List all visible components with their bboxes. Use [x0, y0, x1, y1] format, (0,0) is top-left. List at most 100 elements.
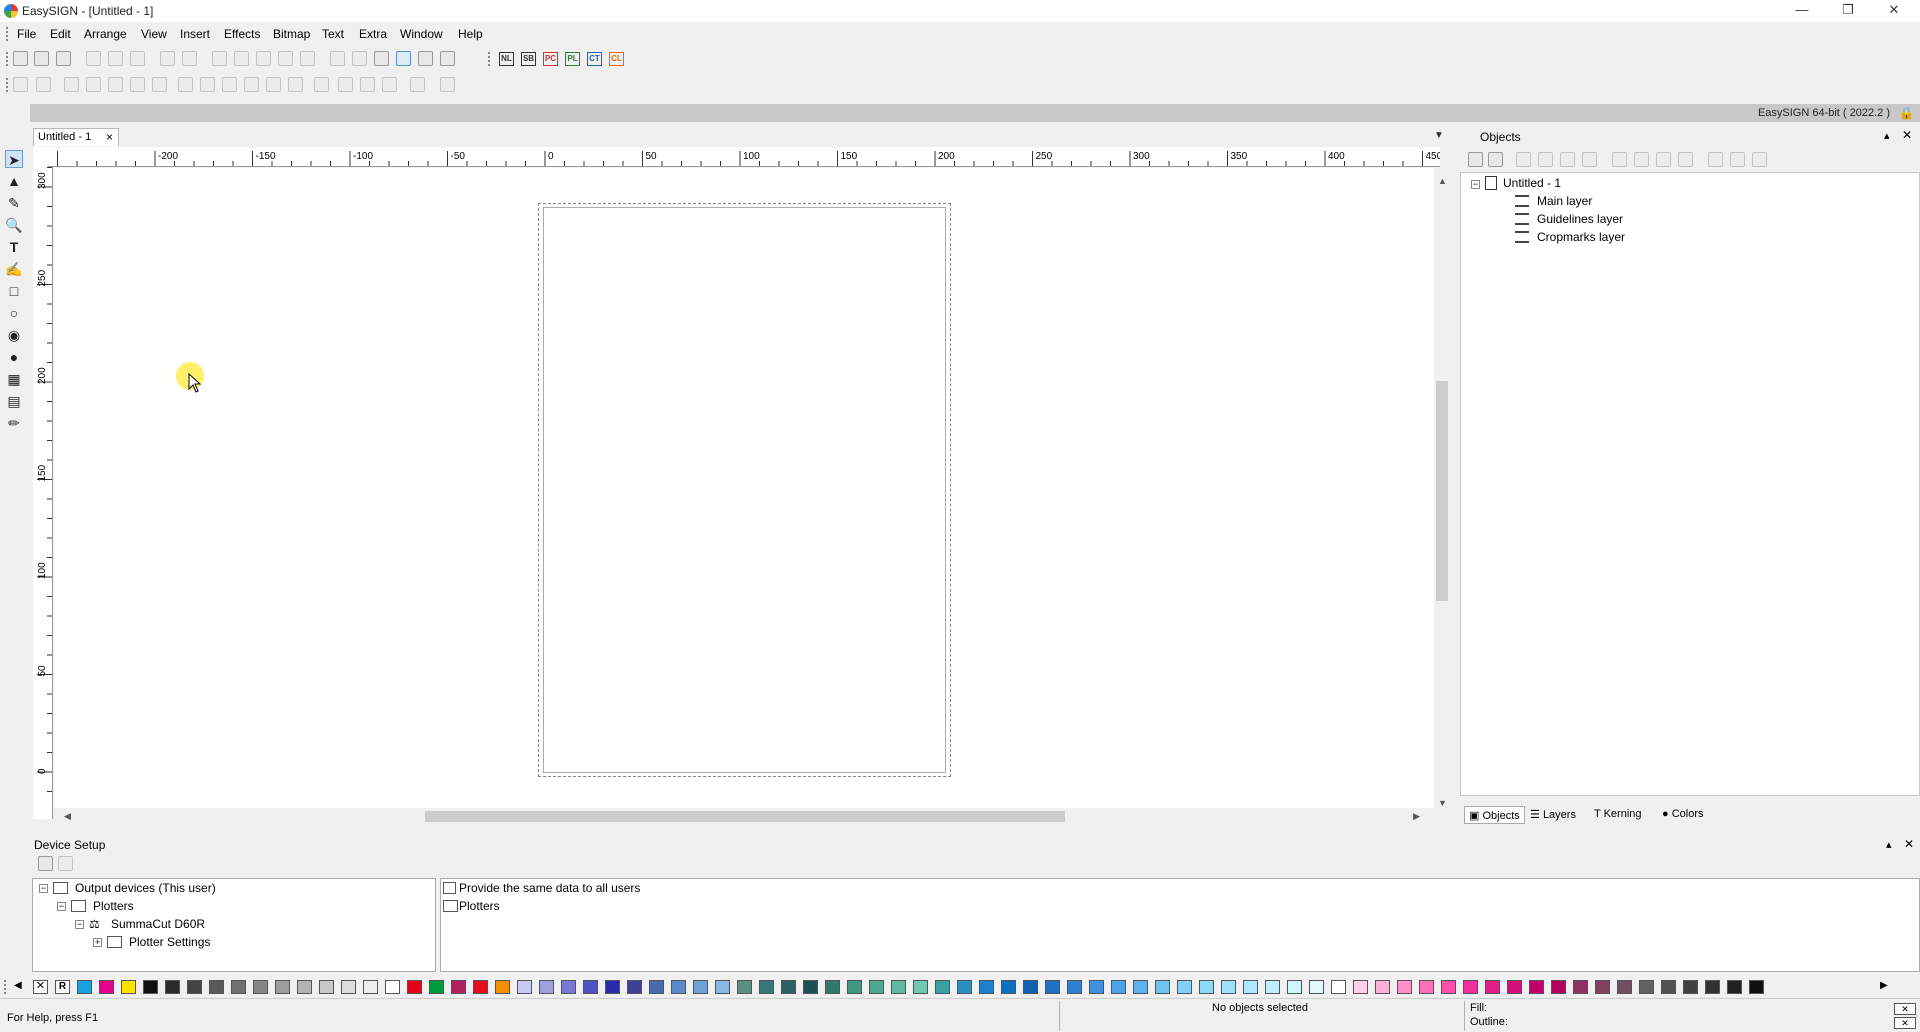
- color-swatch[interactable]: [627, 980, 642, 994]
- view-mode-6-icon[interactable]: [440, 51, 455, 66]
- color-swatch[interactable]: [1111, 980, 1126, 994]
- align-2-icon[interactable]: [36, 77, 51, 92]
- color-swatch[interactable]: [913, 980, 928, 994]
- color-swatch[interactable]: [1661, 980, 1676, 994]
- tree-expand-icon[interactable]: [1468, 152, 1483, 167]
- same-width-icon[interactable]: [338, 77, 353, 92]
- registration-swatch[interactable]: R: [55, 980, 70, 994]
- palette-scroll-left-icon[interactable]: ◀: [14, 980, 22, 991]
- color-swatch[interactable]: [1529, 980, 1544, 994]
- color-swatch[interactable]: [517, 980, 532, 994]
- tree-collapse-icon[interactable]: −: [75, 920, 84, 929]
- view-mode-5-icon[interactable]: [418, 51, 433, 66]
- tree-item-guidelines-layer[interactable]: Guidelines layer: [1537, 212, 1623, 226]
- tree-item-plotters[interactable]: Plotters: [93, 899, 134, 913]
- bitmap-tool-icon[interactable]: ▦: [5, 370, 23, 388]
- horizontal-ruler[interactable]: -200 -150 -100 -50 0 50 100 150 200 250 300 350 400 4…: [48, 147, 1440, 167]
- tree-item-output-devices[interactable]: Output devices (This user): [75, 881, 216, 895]
- color-swatch[interactable]: [319, 980, 334, 994]
- color-swatch[interactable]: [429, 980, 444, 994]
- color-swatch[interactable]: [1243, 980, 1258, 994]
- lock-icon[interactable]: 🔒: [1899, 106, 1914, 120]
- align-space-icon[interactable]: [266, 77, 281, 92]
- tab-layers[interactable]: ☰ Layers: [1526, 806, 1580, 824]
- zoom-tool-icon[interactable]: 🔍: [5, 216, 23, 234]
- pin-icon[interactable]: [234, 51, 249, 66]
- nl-button[interactable]: NL: [499, 52, 514, 66]
- align-space-2-icon[interactable]: [288, 77, 303, 92]
- restore-button[interactable]: ❐: [1826, 0, 1870, 22]
- color-swatch[interactable]: [385, 980, 400, 994]
- color-swatch[interactable]: [957, 980, 972, 994]
- delete-icon[interactable]: [1582, 152, 1597, 167]
- cl-button[interactable]: CL: [609, 52, 624, 66]
- tab-objects[interactable]: ▣ Objects: [1464, 806, 1525, 824]
- color-swatch[interactable]: [1727, 980, 1742, 994]
- color-swatch[interactable]: [187, 980, 202, 994]
- toolbar-grip-2-icon[interactable]: [488, 52, 491, 66]
- tree-item-main-layer[interactable]: Main layer: [1537, 194, 1592, 208]
- document-tab-close-icon[interactable]: ×: [106, 130, 113, 144]
- device-pin-icon[interactable]: ▴: [1886, 838, 1892, 851]
- color-swatch[interactable]: [143, 980, 158, 994]
- move-bottom-icon[interactable]: [1678, 152, 1693, 167]
- no-color-swatch-icon[interactable]: ✕: [33, 980, 48, 994]
- close-window-button[interactable]: ✕: [1872, 0, 1916, 22]
- color-swatch[interactable]: [1507, 980, 1522, 994]
- color-swatch[interactable]: [979, 980, 994, 994]
- color-swatch[interactable]: [1001, 980, 1016, 994]
- object-lock-icon[interactable]: [1538, 152, 1553, 167]
- settings-gear-icon[interactable]: [440, 77, 455, 92]
- align-center-icon[interactable]: [86, 77, 101, 92]
- panel-cut-icon[interactable]: [1708, 152, 1723, 167]
- color-swatch[interactable]: [495, 980, 510, 994]
- device-close-icon[interactable]: ✕: [1904, 837, 1914, 851]
- color-swatch[interactable]: [825, 980, 840, 994]
- menu-grip-icon[interactable]: [6, 27, 9, 41]
- ct-button[interactable]: CT: [587, 52, 602, 66]
- rectangle-tool-icon[interactable]: □: [5, 282, 23, 300]
- sb-button[interactable]: SB: [521, 52, 536, 66]
- tree-expand-icon[interactable]: +: [93, 938, 102, 947]
- device-properties-icon[interactable]: [58, 856, 73, 871]
- panel-copy-icon[interactable]: [1730, 152, 1745, 167]
- measure-tool-icon[interactable]: ▤: [5, 392, 23, 410]
- color-swatch[interactable]: [209, 980, 224, 994]
- toolbar-grip-icon[interactable]: [6, 52, 9, 66]
- color-fill-tool-icon[interactable]: ●: [5, 348, 23, 366]
- same-size-icon[interactable]: [382, 77, 397, 92]
- save-icon[interactable]: [56, 51, 71, 66]
- hide-icon[interactable]: [1560, 152, 1575, 167]
- color-swatch[interactable]: [803, 980, 818, 994]
- color-swatch[interactable]: [1595, 980, 1610, 994]
- color-swatch[interactable]: [1353, 980, 1368, 994]
- ruler-corner[interactable]: [33, 147, 48, 167]
- color-swatch[interactable]: [1375, 980, 1390, 994]
- color-swatch[interactable]: [737, 980, 752, 994]
- print-icon[interactable]: [278, 51, 293, 66]
- pc-button[interactable]: PC: [543, 52, 558, 66]
- unlock-icon[interactable]: [1516, 152, 1531, 167]
- menu-bitmap[interactable]: Bitmap: [273, 27, 310, 41]
- align-right-icon[interactable]: [108, 77, 123, 92]
- color-swatch[interactable]: [891, 980, 906, 994]
- select-tool-icon[interactable]: ➤: [5, 150, 23, 168]
- arrange-grip-icon[interactable]: [6, 78, 9, 92]
- tree-item-cropmarks-layer[interactable]: Cropmarks layer: [1537, 230, 1625, 244]
- text-tool-icon[interactable]: T: [5, 238, 23, 256]
- plotter-icon[interactable]: [256, 51, 271, 66]
- menu-help[interactable]: Help: [458, 27, 483, 41]
- color-swatch[interactable]: [1485, 980, 1500, 994]
- menu-extra[interactable]: Extra: [359, 27, 387, 41]
- paste-icon[interactable]: [130, 51, 145, 66]
- preview-icon[interactable]: [300, 51, 315, 66]
- vertical-ruler[interactable]: 300 250 200 150 100 50 0: [33, 167, 53, 819]
- node-tool-icon[interactable]: ▲: [5, 172, 23, 190]
- color-swatch[interactable]: [561, 980, 576, 994]
- menu-effects[interactable]: Effects: [224, 27, 260, 41]
- color-swatch[interactable]: [1573, 980, 1588, 994]
- add-device-icon[interactable]: [38, 856, 53, 871]
- menu-view[interactable]: View: [141, 27, 167, 41]
- scroll-left-icon[interactable]: ◀: [64, 811, 71, 822]
- cut-icon[interactable]: [86, 51, 101, 66]
